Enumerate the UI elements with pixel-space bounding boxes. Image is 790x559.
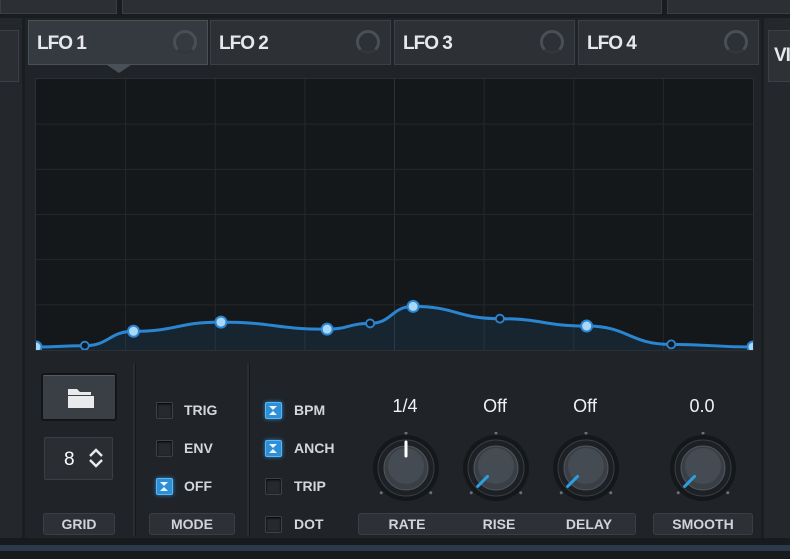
- mode-off-label: OFF: [184, 478, 212, 494]
- dot-label: DOT: [294, 516, 324, 532]
- rise-value: Off: [483, 396, 507, 416]
- right-panel-edge: VI: [764, 18, 790, 538]
- delay-value: Off: [573, 396, 597, 416]
- top-segment: [0, 0, 117, 14]
- dot-checkbox[interactable]: [265, 516, 282, 533]
- tab-label: LFO 4: [587, 33, 637, 54]
- mode-trig-label: TRIG: [184, 402, 218, 418]
- knob-tick: [584, 432, 588, 435]
- grid-value: 8: [64, 449, 75, 470]
- mode-env-checkbox[interactable]: [156, 440, 173, 457]
- modulation-ring-icon: [356, 30, 380, 54]
- knob-label-bar: RATE RISE DELAY: [358, 513, 636, 535]
- left-panel-edge: [0, 18, 22, 538]
- lfo-anchor-point[interactable]: [127, 324, 141, 338]
- lfo-anchor-point[interactable]: [580, 319, 594, 333]
- lfo-anchor-point[interactable]: [746, 340, 754, 351]
- knob-tick: [609, 491, 613, 495]
- bpm-checkbox[interactable]: [265, 402, 282, 419]
- smooth-label: SMOOTH: [653, 513, 753, 535]
- knob-tick: [429, 491, 433, 495]
- knob-tick: [494, 432, 498, 435]
- lfo-controls: 8 GRID TRIG ENV OFF MODE BPM ANCH TRIP D…: [25, 356, 761, 538]
- tab-lfo-4[interactable]: LFO 4: [578, 20, 759, 65]
- modulation-ring-icon: [173, 30, 197, 54]
- knob-tick: [559, 491, 563, 495]
- lfo-anchor-point[interactable]: [406, 299, 420, 313]
- trip-checkbox[interactable]: [265, 478, 282, 495]
- knob-tick: [726, 491, 730, 495]
- knob-tick: [379, 491, 383, 495]
- lfo-anchor-point[interactable]: [214, 315, 228, 329]
- smooth-knob[interactable]: [667, 432, 739, 504]
- tab-lfo-1[interactable]: LFO 1: [28, 20, 208, 65]
- mode-off-checkbox[interactable]: [156, 478, 173, 495]
- tab-label: LFO 1: [37, 33, 87, 54]
- rise-label: RISE: [482, 516, 516, 532]
- graph-grid: [36, 79, 753, 350]
- modulation-ring-icon: [540, 30, 564, 54]
- spinner-arrows-icon[interactable]: [89, 448, 103, 468]
- lfo-shape-editor[interactable]: [35, 78, 754, 351]
- knob-tick: [519, 491, 523, 495]
- lfo-anchor-point[interactable]: [36, 340, 43, 351]
- section-divider: [247, 364, 250, 536]
- knob-tick: [701, 432, 705, 435]
- rise-knob[interactable]: [460, 432, 532, 504]
- anch-label: ANCH: [294, 440, 335, 456]
- knob-tick: [469, 491, 473, 495]
- tab-lfo-2[interactable]: LFO 2: [210, 20, 391, 65]
- knob-tick: [676, 491, 680, 495]
- left-tab-stub: [0, 30, 19, 82]
- top-segment: [122, 0, 662, 14]
- lfo-curve-handle[interactable]: [666, 339, 677, 350]
- lfo-curve-handle[interactable]: [365, 318, 376, 329]
- active-tab-pointer: [107, 65, 131, 73]
- rate-value: 1/4: [392, 396, 418, 416]
- lfo-panel: LFO 1 LFO 2 LFO 3 LFO 4 8 GRID TRIG ENV …: [25, 18, 761, 538]
- tab-label: LFO 2: [219, 33, 269, 54]
- knob-tick: [404, 432, 408, 435]
- rate-label: RATE: [388, 516, 426, 532]
- mode-label: MODE: [149, 513, 235, 535]
- grid-stepper[interactable]: 8: [44, 437, 113, 480]
- tab-lfo-3[interactable]: LFO 3: [394, 20, 575, 65]
- rate-knob[interactable]: [370, 432, 442, 504]
- lfo-curve-handle[interactable]: [494, 313, 505, 324]
- tab-next-label: VI: [774, 45, 790, 66]
- lfo-anchor-point[interactable]: [320, 322, 334, 336]
- tab-label: LFO 3: [403, 33, 453, 54]
- delay-knob[interactable]: [550, 432, 622, 504]
- top-strip: [0, 0, 790, 18]
- mode-trig-checkbox[interactable]: [156, 402, 173, 419]
- smooth-value: 0.0: [689, 396, 715, 416]
- mode-env-label: ENV: [184, 440, 213, 456]
- bottom-keyboard-strip: [0, 545, 790, 551]
- bottom-strip: [0, 538, 790, 559]
- load-shape-button[interactable]: [41, 373, 117, 421]
- folder-icon: [68, 389, 94, 408]
- trip-label: TRIP: [294, 478, 326, 494]
- modulation-ring-icon: [724, 30, 748, 54]
- bpm-label: BPM: [294, 402, 326, 418]
- lfo-curve-handle[interactable]: [79, 340, 90, 350]
- grid-label: GRID: [43, 513, 115, 535]
- delay-label: DELAY: [565, 516, 613, 532]
- lfo-graph-svg[interactable]: [36, 79, 753, 350]
- top-segment: [667, 0, 790, 14]
- section-divider: [133, 364, 136, 536]
- anch-checkbox[interactable]: [265, 440, 282, 457]
